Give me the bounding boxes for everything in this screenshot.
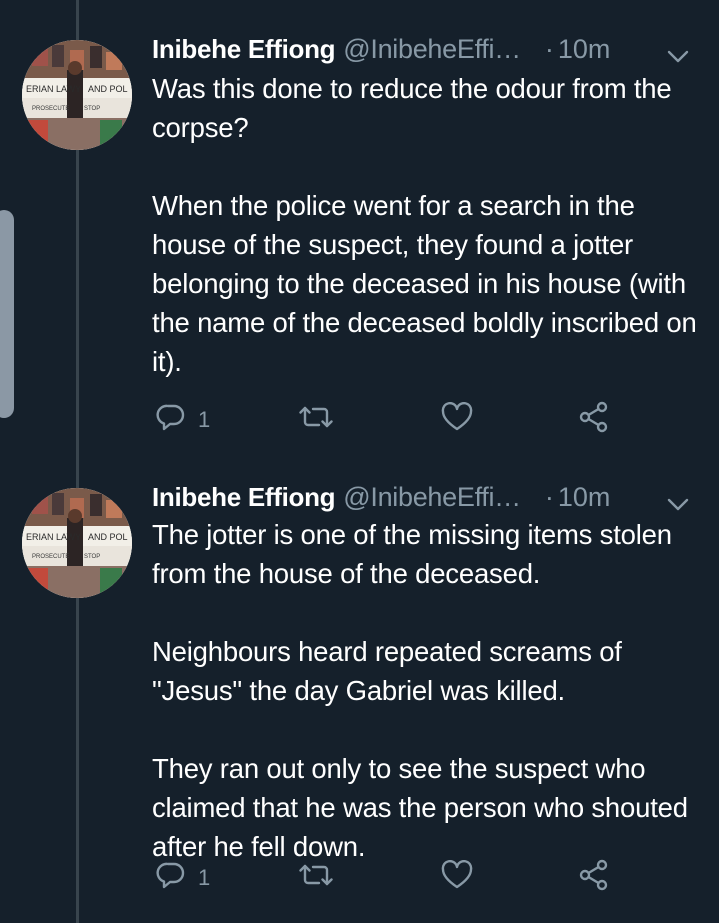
- avatar[interactable]: ERIAN LAWY AND POL PROSECUTE STOP: [22, 488, 132, 598]
- author-name[interactable]: Inibehe Effiong: [152, 482, 336, 513]
- svg-text:ERIAN LAWY: ERIAN LAWY: [26, 84, 81, 94]
- reply-icon: [156, 860, 186, 896]
- tweet-header: Inibehe Effiong @InibeheEffi… · 10m: [152, 31, 697, 67]
- chevron-down-icon[interactable]: [667, 488, 689, 511]
- share-icon: [578, 401, 610, 439]
- author-handle[interactable]: @InibeheEffi…: [343, 482, 521, 513]
- timestamp[interactable]: 10m: [558, 482, 611, 513]
- reply-button[interactable]: 1: [156, 858, 210, 898]
- svg-text:PROSECUTE: PROSECUTE: [32, 106, 69, 112]
- author-handle[interactable]: @InibeheEffi…: [343, 34, 521, 65]
- tweet-text: Was this done to reduce the odour from t…: [152, 73, 697, 377]
- like-button[interactable]: [441, 858, 473, 898]
- svg-text:STOP: STOP: [84, 554, 100, 560]
- like-icon: [441, 401, 473, 438]
- reply-count: 1: [198, 407, 211, 432]
- retweet-icon: [299, 860, 333, 896]
- chevron-down-icon[interactable]: [667, 40, 689, 63]
- tweet-actions: 1: [152, 858, 622, 898]
- tweet-header: Inibehe Effiong @InibeheEffi… · 10m: [152, 479, 697, 515]
- retweet-icon: [299, 402, 333, 438]
- like-icon: [441, 859, 473, 896]
- svg-text:PROSECUTE: PROSECUTE: [32, 554, 69, 560]
- reply-button[interactable]: 1: [156, 400, 210, 440]
- tweet-thread: ERIAN LAWY AND POL PROSECUTE STOP Inibeh…: [0, 0, 719, 923]
- separator-dot: ·: [544, 33, 554, 64]
- retweet-button[interactable]: [299, 400, 333, 440]
- retweet-button[interactable]: [299, 858, 333, 898]
- like-button[interactable]: [441, 400, 473, 440]
- share-button[interactable]: [578, 400, 610, 440]
- reply-count: 1: [198, 865, 211, 890]
- svg-text:STOP: STOP: [84, 106, 100, 112]
- svg-text:AND POL: AND POL: [88, 532, 128, 542]
- tweet-text: The jotter is one of the missing items s…: [152, 519, 688, 862]
- separator-dot: ·: [544, 481, 554, 512]
- share-icon: [578, 859, 610, 897]
- svg-text:AND POL: AND POL: [88, 84, 128, 94]
- tweet-actions: 1: [152, 400, 622, 440]
- avatar[interactable]: ERIAN LAWY AND POL PROSECUTE STOP: [22, 40, 132, 150]
- author-name[interactable]: Inibehe Effiong: [152, 34, 336, 65]
- svg-text:ERIAN LAWY: ERIAN LAWY: [26, 532, 81, 542]
- reply-icon: [156, 402, 186, 438]
- share-button[interactable]: [578, 858, 610, 898]
- timestamp[interactable]: 10m: [558, 34, 611, 65]
- scroll-handle[interactable]: [0, 210, 14, 418]
